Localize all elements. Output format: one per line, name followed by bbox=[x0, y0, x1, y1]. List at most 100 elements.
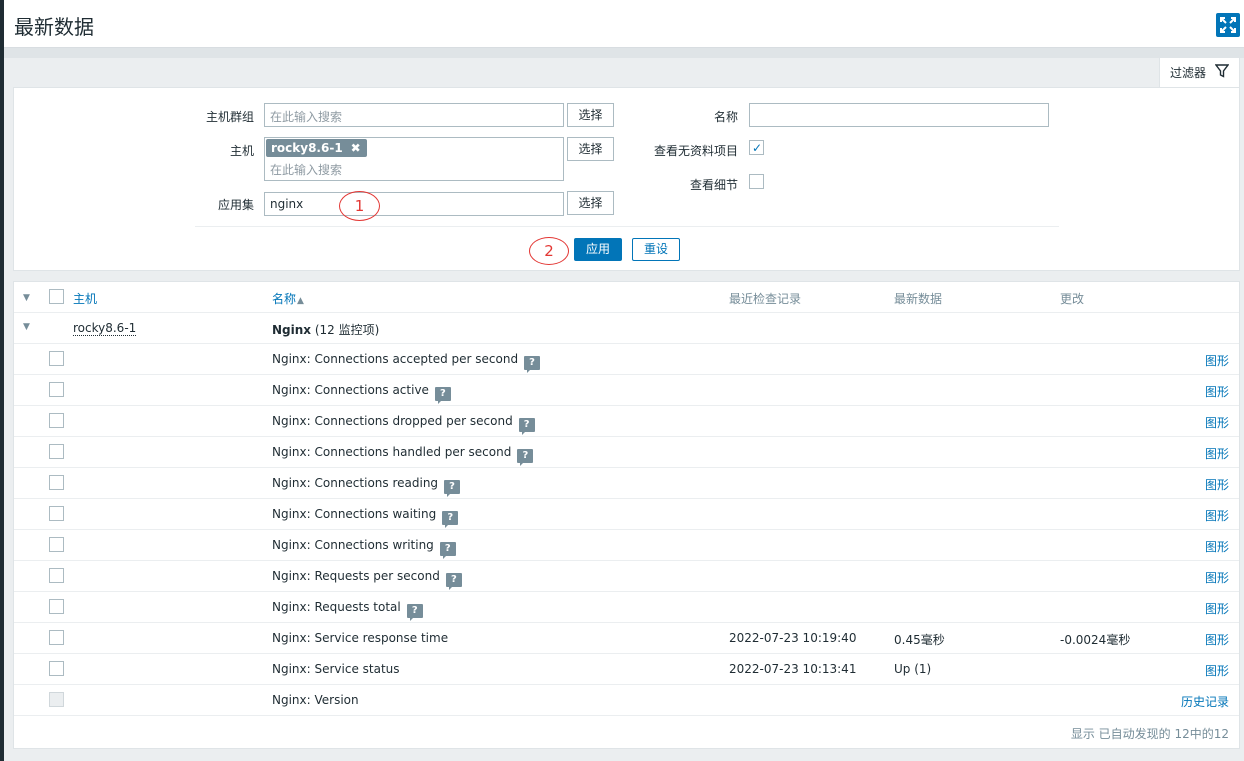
item-name-label: Nginx: Connections dropped per second bbox=[272, 414, 513, 428]
item-name: Nginx: Connections reading? bbox=[272, 476, 461, 497]
hostgroup-label: 主机群组 bbox=[205, 110, 254, 124]
app-input[interactable]: nginx bbox=[264, 192, 564, 216]
annotation-marker-2: 2 bbox=[529, 237, 569, 265]
name-input[interactable] bbox=[749, 103, 1049, 127]
help-icon[interactable]: ? bbox=[517, 449, 534, 466]
graph-link[interactable]: 图形 bbox=[1205, 662, 1229, 679]
header-last-check: 最近检查记录 bbox=[729, 292, 802, 306]
row-checkbox[interactable] bbox=[49, 599, 64, 614]
group-app: Nginx (12 监控项) bbox=[272, 321, 379, 338]
header-last-value: 最新数据 bbox=[894, 292, 943, 306]
item-name-label: Nginx: Service status bbox=[272, 662, 400, 676]
row-checkbox[interactable] bbox=[49, 661, 64, 676]
annotation-marker-1: 1 bbox=[339, 191, 380, 221]
item-name: Nginx: Version bbox=[272, 693, 359, 707]
group-item-count: (12 监控项) bbox=[314, 323, 380, 337]
row-checkbox[interactable] bbox=[49, 630, 64, 645]
graph-link[interactable]: 图形 bbox=[1205, 383, 1229, 400]
graph-link[interactable]: 图形 bbox=[1205, 507, 1229, 524]
help-icon[interactable]: ? bbox=[518, 418, 535, 435]
graph-link[interactable]: 图形 bbox=[1205, 631, 1229, 648]
host-link[interactable]: rocky8.6-1 bbox=[73, 321, 137, 336]
show-details-label: 查看细节 bbox=[689, 178, 738, 192]
chip-remove-icon[interactable]: ✖ bbox=[351, 141, 361, 155]
select-all-checkbox[interactable] bbox=[49, 289, 64, 304]
row-checkbox[interactable] bbox=[49, 568, 64, 583]
item-name: Nginx: Connections dropped per second? bbox=[272, 414, 535, 435]
hostgroup-select-button[interactable]: 选择 bbox=[567, 103, 614, 127]
header-name[interactable]: 名称▲ bbox=[272, 290, 304, 307]
help-icon[interactable]: ? bbox=[444, 480, 461, 497]
item-name: Nginx: Requests per second? bbox=[272, 569, 462, 590]
table-row: Nginx: Connections handled per second? 图形 bbox=[14, 437, 1239, 468]
row-checkbox[interactable] bbox=[49, 444, 64, 459]
table-row: Nginx: Version 历史记录 bbox=[14, 685, 1239, 716]
graph-link[interactable]: 图形 bbox=[1205, 414, 1229, 431]
show-without-data-label: 查看无资料项目 bbox=[653, 144, 738, 158]
reset-button[interactable]: 重设 bbox=[632, 238, 680, 261]
item-last-check: 2022-07-23 10:13:41 bbox=[729, 662, 857, 676]
table-row: Nginx: Connections reading? 图形 bbox=[14, 468, 1239, 499]
host-label: 主机 bbox=[229, 144, 254, 158]
graph-link[interactable]: 图形 bbox=[1205, 445, 1229, 462]
help-icon[interactable]: ? bbox=[524, 356, 541, 373]
filter-tab[interactable]: 过滤器 bbox=[1159, 57, 1240, 87]
item-last-value: 0.45毫秒 bbox=[894, 633, 945, 647]
row-checkbox[interactable] bbox=[49, 475, 64, 490]
application-group-row: ▼ rocky8.6-1 Nginx (12 监控项) bbox=[14, 313, 1239, 344]
row-checkbox bbox=[49, 692, 64, 707]
app-select-button[interactable]: 选择 bbox=[567, 191, 614, 215]
graph-link[interactable]: 图形 bbox=[1205, 476, 1229, 493]
table-row: Nginx: Service response time 2022-07-23 1… bbox=[14, 623, 1239, 654]
collapse-all-icon[interactable]: ▼ bbox=[23, 293, 30, 303]
help-icon[interactable]: ? bbox=[442, 511, 459, 528]
item-name: Nginx: Connections handled per second? bbox=[272, 445, 534, 466]
sort-asc-icon: ▲ bbox=[297, 296, 304, 306]
show-without-data-checkbox[interactable]: ✓ bbox=[749, 140, 764, 155]
show-details-checkbox[interactable] bbox=[749, 174, 764, 189]
item-last-value: Up (1) bbox=[894, 662, 932, 676]
graph-link[interactable]: 图形 bbox=[1205, 600, 1229, 617]
row-checkbox[interactable] bbox=[49, 382, 64, 397]
fullscreen-button[interactable] bbox=[1216, 13, 1240, 37]
row-checkbox[interactable] bbox=[49, 537, 64, 552]
help-icon[interactable]: ? bbox=[439, 542, 456, 559]
history-link[interactable]: 历史记录 bbox=[1181, 693, 1229, 710]
help-icon[interactable]: ? bbox=[434, 387, 451, 404]
table-row: Nginx: Requests total? 图形 bbox=[14, 592, 1239, 623]
header-name-label: 名称 bbox=[272, 292, 297, 306]
latest-data-table: ▼ 主机 名称▲ 最近检查记录 最新数据 更改 ▼ rocky8.6-1 Ngi… bbox=[13, 281, 1240, 749]
row-checkbox[interactable] bbox=[49, 413, 64, 428]
apply-button[interactable]: 应用 bbox=[574, 238, 622, 261]
filter-divider bbox=[195, 226, 1059, 227]
filter-icon bbox=[1214, 64, 1230, 81]
graph-link[interactable]: 图形 bbox=[1205, 538, 1229, 555]
item-name-label: Nginx: Connections writing bbox=[272, 538, 434, 552]
item-name-label: Nginx: Connections handled per second bbox=[272, 445, 512, 459]
item-name-label: Nginx: Connections reading bbox=[272, 476, 439, 490]
host-select-button[interactable]: 选择 bbox=[567, 137, 614, 161]
item-last-check: 2022-07-23 10:19:40 bbox=[729, 631, 857, 645]
help-icon[interactable]: ? bbox=[406, 604, 423, 621]
table-row: Nginx: Connections active? 图形 bbox=[14, 375, 1239, 406]
group-host: rocky8.6-1 bbox=[73, 321, 137, 336]
help-icon[interactable]: ? bbox=[445, 573, 462, 590]
fullscreen-icon bbox=[1220, 17, 1236, 33]
graph-link[interactable]: 图形 bbox=[1205, 569, 1229, 586]
collapse-group-icon[interactable]: ▼ bbox=[23, 322, 30, 332]
row-checkbox[interactable] bbox=[49, 351, 64, 366]
host-chip: rocky8.6-1 ✖ bbox=[266, 139, 367, 157]
row-checkbox[interactable] bbox=[49, 506, 64, 521]
table-row: Nginx: Connections dropped per second? 图形 bbox=[14, 406, 1239, 437]
host-placeholder: 在此输入搜索 bbox=[270, 163, 343, 177]
page-title: 最新数据 bbox=[14, 15, 94, 39]
item-name-label: Nginx: Service response time bbox=[272, 631, 449, 645]
hostgroup-input[interactable]: 在此输入搜索 bbox=[264, 103, 564, 127]
table-row: Nginx: Service status 2022-07-23 10:13:41… bbox=[14, 654, 1239, 685]
name-label: 名称 bbox=[713, 110, 738, 124]
item-name-label: Nginx: Connections waiting bbox=[272, 507, 437, 521]
item-name: Nginx: Connections waiting? bbox=[272, 507, 459, 528]
header-host[interactable]: 主机 bbox=[73, 290, 97, 307]
graph-link[interactable]: 图形 bbox=[1205, 352, 1229, 369]
table-row: Nginx: Connections waiting? 图形 bbox=[14, 499, 1239, 530]
